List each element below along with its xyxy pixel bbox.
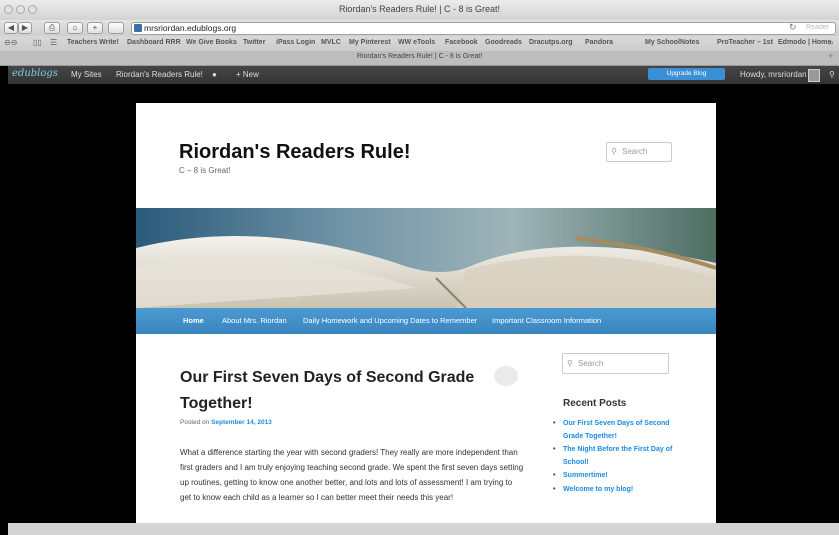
bookmark-item[interactable]: Goodreads xyxy=(485,39,522,46)
back-button[interactable]: ◀ xyxy=(4,22,18,34)
header-banner-image xyxy=(136,208,716,308)
admin-new[interactable]: + New xyxy=(236,70,259,79)
header-search-placeholder: Search xyxy=(622,147,648,156)
add-bookmark-button[interactable]: + xyxy=(87,22,103,34)
horizontal-scrollbar[interactable] xyxy=(8,523,839,535)
comment-bubble-icon[interactable] xyxy=(494,366,518,386)
site-description: C – 8 is Great! xyxy=(179,166,231,175)
admin-search-icon[interactable]: ⚲ xyxy=(829,70,835,79)
post-title[interactable]: Our First Seven Days of Second Grade Tog… xyxy=(180,365,480,417)
bookmark-item[interactable]: We Give Books xyxy=(186,39,237,46)
site-favicon-icon xyxy=(134,24,142,32)
bookmarks-book-icon[interactable]: ▯▯ xyxy=(33,38,42,47)
tab-active[interactable]: Riordan's Readers Rule! | C - 8 is Great… xyxy=(0,53,839,60)
new-tab-icon[interactable]: + xyxy=(828,51,833,61)
nav-homework[interactable]: Daily Homework and Upcoming Dates to Rem… xyxy=(303,316,477,325)
print-button[interactable]: ⎙ xyxy=(44,22,60,34)
bookmark-item[interactable]: Teachers Write! xyxy=(67,39,119,46)
search-icon: ⚲ xyxy=(567,359,573,368)
forward-button[interactable]: ▶ xyxy=(18,22,32,34)
reader-button[interactable]: Reader xyxy=(806,24,829,31)
bookmark-item[interactable]: Twitter xyxy=(243,39,265,46)
nav-about[interactable]: About Mrs. Riordan xyxy=(222,316,287,325)
post-meta: Posted on September 14, 2013 xyxy=(180,419,272,426)
post-date-link[interactable]: September 14, 2013 xyxy=(211,419,272,426)
bookmark-item[interactable]: Pandora xyxy=(585,39,613,46)
top-sites-icon[interactable]: ☰ xyxy=(50,38,57,47)
comments-icon[interactable]: ● xyxy=(212,70,217,79)
bookmark-item[interactable]: ProTeacher – 1st xyxy=(717,39,773,46)
bookmark-item[interactable]: iPass Login xyxy=(276,39,315,46)
avatar[interactable] xyxy=(808,69,820,82)
bookmark-item[interactable]: Dracutps.org xyxy=(529,39,573,46)
bookmark-item[interactable]: My Pinterest xyxy=(349,39,391,46)
home-button[interactable]: ⌂ xyxy=(67,22,83,34)
nav-classroom-info[interactable]: Important Classroom Information xyxy=(492,316,601,325)
sidebar-toggle-button[interactable] xyxy=(108,22,124,34)
window-title: Riordan's Readers Rule! | C - 8 is Great… xyxy=(338,4,501,14)
bookmark-item[interactable]: My SchoolNotes xyxy=(645,39,699,46)
upgrade-blog-button[interactable]: Upgrade Blog xyxy=(648,68,725,80)
recent-post-link[interactable]: The Night Before the First Day of School… xyxy=(553,444,673,469)
site-title[interactable]: Riordan's Readers Rule! xyxy=(179,141,410,164)
search-icon: ⚲ xyxy=(611,147,617,156)
recent-post-link[interactable]: Welcome to my blog! xyxy=(553,484,673,497)
address-bar[interactable] xyxy=(131,22,836,35)
sidebar-search-placeholder: Search xyxy=(578,359,604,368)
recent-post-link[interactable]: Our First Seven Days of Second Grade Tog… xyxy=(553,418,673,443)
address-url: mrsriordan.edublogs.org xyxy=(144,23,237,33)
bookmarks-overflow-icon[interactable]: » xyxy=(829,38,833,47)
posted-on-label: Posted on xyxy=(180,419,210,426)
bookmark-item[interactable]: WW eTools xyxy=(398,39,435,46)
recent-posts-heading: Recent Posts xyxy=(563,398,627,409)
recent-post-link[interactable]: Summertime! xyxy=(553,470,673,483)
admin-my-sites[interactable]: My Sites xyxy=(71,70,102,79)
recent-posts-list: Our First Seven Days of Second Grade Tog… xyxy=(553,418,673,497)
reload-icon[interactable]: ↻ xyxy=(789,22,797,33)
admin-howdy[interactable]: Howdy, mrsriordan xyxy=(740,70,807,79)
admin-site-name[interactable]: Riordan's Readers Rule! xyxy=(116,70,203,79)
bookmark-item[interactable]: Dashboard RRR xyxy=(127,39,181,46)
bookmark-item[interactable]: Facebook xyxy=(445,39,478,46)
bookmark-item[interactable]: MVLC xyxy=(321,39,341,46)
bookmark-item[interactable]: Edmodo | Home xyxy=(778,39,831,46)
nav-home[interactable]: Home xyxy=(183,316,204,325)
post-body: What a difference starting the year with… xyxy=(180,448,524,502)
reading-list-icon[interactable]: ⊖⊖ xyxy=(4,38,17,47)
edublogs-logo[interactable]: edublogs xyxy=(12,68,58,79)
